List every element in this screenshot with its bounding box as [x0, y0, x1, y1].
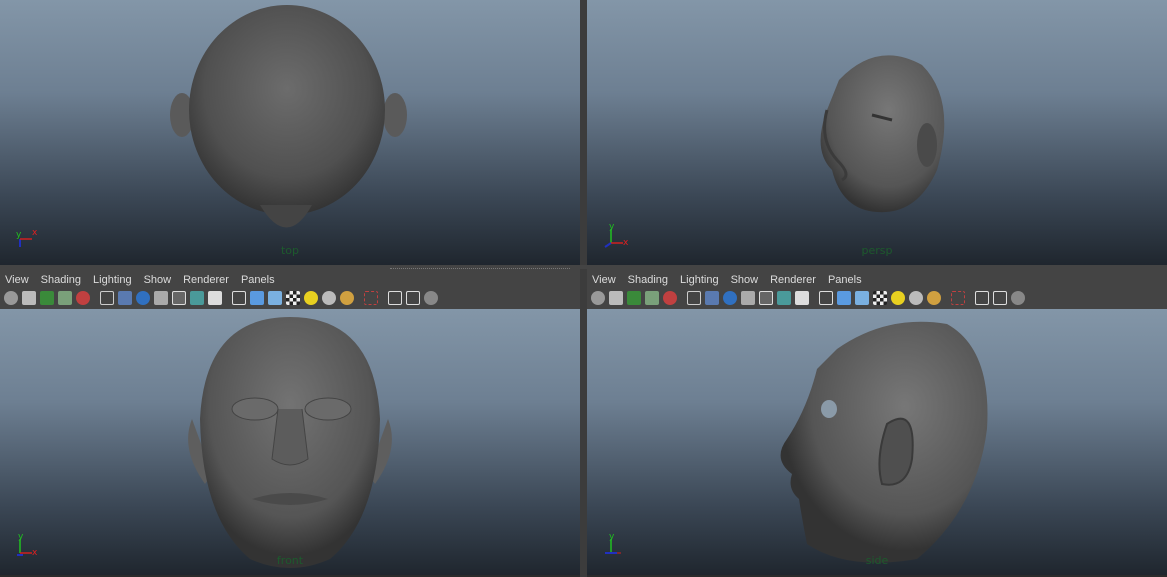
checker-icon[interactable]: [873, 291, 887, 305]
svg-text:x: x: [32, 548, 38, 558]
film-gate-icon[interactable]: [663, 291, 677, 305]
texture-icon[interactable]: [795, 291, 809, 305]
menu-renderer[interactable]: Renderer: [177, 272, 235, 288]
menu-renderer[interactable]: Renderer: [764, 272, 822, 288]
panel-menu: View Shading Lighting Show Renderer Pane…: [587, 272, 868, 288]
viewport-divider-vertical[interactable]: [580, 0, 587, 577]
cube-wireframe-icon[interactable]: [819, 291, 833, 305]
xray-joints-icon[interactable]: [777, 291, 791, 305]
nodes-icon[interactable]: [1011, 291, 1025, 305]
head-model-front: [188, 317, 392, 568]
panel-menu: View Shading Lighting Show Renderer Pane…: [0, 272, 281, 288]
svg-text:x: x: [623, 238, 629, 248]
menu-panels[interactable]: Panels: [822, 272, 868, 288]
sphere-icon[interactable]: [340, 291, 354, 305]
checker-icon[interactable]: [286, 291, 300, 305]
menu-show[interactable]: Show: [138, 272, 178, 288]
default-material-icon[interactable]: [136, 291, 150, 305]
axis-gizmo: y x: [14, 223, 44, 249]
grid-icon[interactable]: [645, 291, 659, 305]
isolate-icon[interactable]: [741, 291, 755, 305]
svg-text:y: y: [18, 533, 24, 542]
bookmark-icon[interactable]: [609, 291, 623, 305]
wireframe-icon[interactable]: [687, 291, 701, 305]
wireframe-icon[interactable]: [100, 291, 114, 305]
head-model-side: [780, 321, 988, 563]
select-camera-icon[interactable]: [364, 291, 378, 305]
camera-label: front: [276, 554, 304, 567]
component-icon[interactable]: [975, 291, 989, 305]
menu-view[interactable]: View: [587, 272, 622, 288]
axis-gizmo: y x: [14, 533, 44, 559]
smooth-shade-icon[interactable]: [705, 291, 719, 305]
panel-menu-bar-right: View Shading Lighting Show Renderer Pane…: [587, 269, 1167, 309]
light-icon[interactable]: [891, 291, 905, 305]
xray-icon[interactable]: [172, 291, 186, 305]
menu-shading[interactable]: Shading: [622, 272, 674, 288]
camera-attributes-icon[interactable]: [591, 291, 605, 305]
grid-icon[interactable]: [58, 291, 72, 305]
svg-text:x: x: [32, 228, 38, 238]
instance-icon[interactable]: [406, 291, 420, 305]
texture-icon[interactable]: [208, 291, 222, 305]
cube-textured-icon[interactable]: [268, 291, 282, 305]
smooth-shade-icon[interactable]: [118, 291, 132, 305]
viewport-front[interactable]: y x front: [0, 309, 580, 575]
camera-label: persp: [861, 244, 893, 257]
shadow-icon[interactable]: [322, 291, 336, 305]
bookmark-icon[interactable]: [22, 291, 36, 305]
head-model-persp: [820, 55, 945, 213]
cube-shaded-icon[interactable]: [250, 291, 264, 305]
light-icon[interactable]: [304, 291, 318, 305]
menu-lighting[interactable]: Lighting: [87, 272, 138, 288]
axis-gizmo: y: [601, 533, 631, 559]
svg-text:y: y: [609, 533, 615, 542]
menu-view[interactable]: View: [0, 272, 35, 288]
xray-joints-icon[interactable]: [190, 291, 204, 305]
svg-text:y: y: [609, 223, 615, 232]
isolate-icon[interactable]: [154, 291, 168, 305]
default-material-icon[interactable]: [723, 291, 737, 305]
component-icon[interactable]: [388, 291, 402, 305]
camera-attributes-icon[interactable]: [4, 291, 18, 305]
panel-toolbar: [591, 290, 1029, 306]
shadow-icon[interactable]: [909, 291, 923, 305]
image-plane-icon[interactable]: [627, 291, 641, 305]
cube-wireframe-icon[interactable]: [232, 291, 246, 305]
svg-text:y: y: [16, 230, 22, 240]
image-plane-icon[interactable]: [40, 291, 54, 305]
film-gate-icon[interactable]: [76, 291, 90, 305]
camera-label: top: [280, 244, 300, 257]
sphere-icon[interactable]: [927, 291, 941, 305]
cube-textured-icon[interactable]: [855, 291, 869, 305]
menu-panels[interactable]: Panels: [235, 272, 281, 288]
select-camera-icon[interactable]: [951, 291, 965, 305]
panel-menu-bar-left: View Shading Lighting Show Renderer Pane…: [0, 269, 580, 309]
nodes-icon[interactable]: [424, 291, 438, 305]
head-model-top: [170, 5, 407, 228]
menu-show[interactable]: Show: [725, 272, 765, 288]
xray-icon[interactable]: [759, 291, 773, 305]
menu-lighting[interactable]: Lighting: [674, 272, 725, 288]
cube-shaded-icon[interactable]: [837, 291, 851, 305]
viewport-side[interactable]: y side: [587, 309, 1167, 575]
instance-icon[interactable]: [993, 291, 1007, 305]
axis-gizmo: y x: [601, 223, 631, 249]
viewport-persp[interactable]: y x persp: [587, 0, 1167, 265]
viewport-top[interactable]: y x top: [0, 0, 580, 265]
panel-toolbar: [4, 290, 442, 306]
menu-shading[interactable]: Shading: [35, 272, 87, 288]
camera-label: side: [865, 554, 889, 567]
